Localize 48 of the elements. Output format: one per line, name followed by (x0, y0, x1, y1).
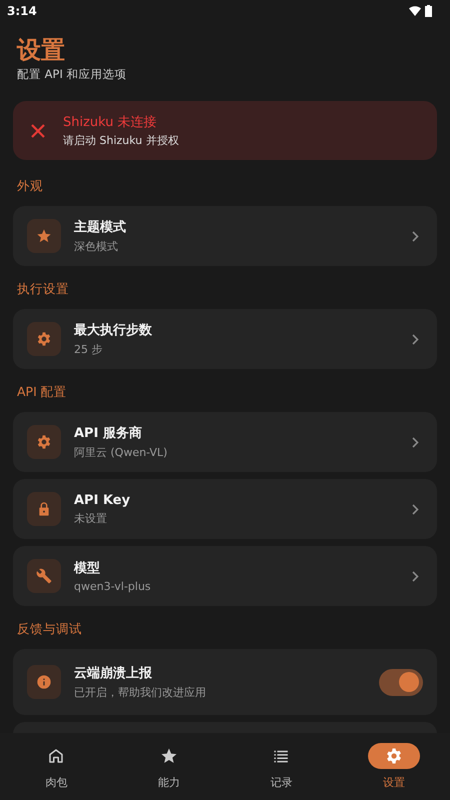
item-subtitle: 阿里云 (Qwen-VL) (74, 445, 168, 460)
wrench-icon (36, 568, 52, 584)
nav-tab[interactable]: 肉包 (0, 733, 112, 800)
chevron-icon (412, 334, 419, 344)
page-title: 设置 (17, 35, 65, 65)
section-label: API 配置 (17, 383, 67, 401)
battery-icon (425, 5, 432, 17)
status-time: 3:14 (7, 4, 37, 18)
home-icon (47, 747, 66, 765)
nav-tab[interactable]: 能力 (112, 733, 225, 800)
item-title: API Key (74, 492, 130, 508)
star-icon (36, 228, 52, 244)
page-subtitle: 配置 API 和应用选项 (17, 67, 127, 82)
settings-icon (36, 434, 52, 450)
item-title: 主题模式 (74, 218, 126, 236)
nav-tab[interactable]: 记录 (225, 733, 338, 800)
toggle-switch[interactable] (379, 668, 423, 696)
wifi-icon (409, 6, 421, 16)
settings-item[interactable]: API 服务商 阿里云 (Qwen-VL) (13, 412, 437, 472)
chevron-icon (412, 436, 419, 448)
alert-message: 请启动 Shizuku 并授权 (63, 133, 179, 148)
item-subtitle: 未设置 (74, 510, 107, 526)
item-subtitle: 25 步 (74, 342, 102, 357)
settings-item[interactable]: 主题模式 深色模式 (13, 206, 437, 266)
item-subtitle: 已开启，帮助我们改进应用 (74, 685, 206, 700)
chevron-icon (412, 230, 419, 242)
section-label: 反馈与调试 (17, 620, 82, 638)
settings-item[interactable]: 模型 qwen3-vl-plus (13, 546, 437, 606)
nav-tab[interactable]: 设置 (338, 733, 450, 800)
alert-title: Shizuku 未连接 (63, 114, 157, 131)
item-title: 云端崩溃上报 (74, 665, 152, 682)
item-title: API 服务商 (74, 424, 142, 442)
settings-item[interactable]: 云端崩溃上报 已开启，帮助我们改进应用 (13, 649, 437, 715)
close-icon (30, 122, 46, 138)
item-title: 模型 (74, 560, 100, 577)
settings-item[interactable]: API Key 未设置 (13, 479, 437, 539)
section-label: 执行设置 (17, 280, 69, 298)
star-icon (160, 747, 178, 765)
item-title: 最大执行步数 (74, 322, 152, 339)
info-icon (36, 674, 52, 690)
settings-icon (36, 331, 52, 347)
chevron-icon (412, 570, 419, 582)
chevron-icon (412, 504, 419, 514)
settings-item[interactable]: 最大执行步数 25 步 (13, 309, 437, 369)
section-label: 外观 (17, 177, 43, 195)
item-subtitle: qwen3-vl-plus (74, 580, 151, 593)
item-subtitle: 深色模式 (74, 239, 118, 254)
settings-icon (384, 747, 403, 765)
